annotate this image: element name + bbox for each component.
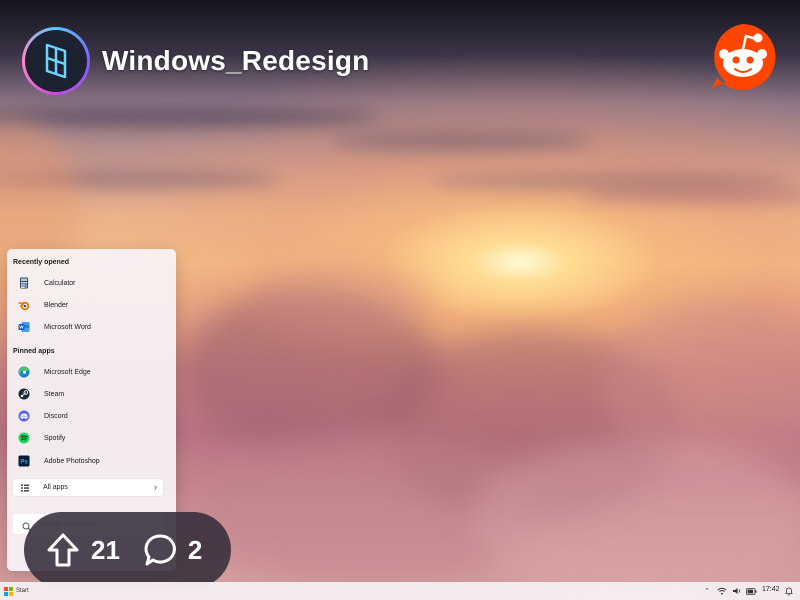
pinned-section-title: Pinned apps bbox=[13, 348, 55, 355]
app-item-steam[interactable]: Steam bbox=[10, 385, 160, 403]
app-item-microsoft-word[interactable]: W Microsoft Word bbox=[10, 318, 160, 336]
word-icon: W bbox=[18, 321, 30, 333]
blender-icon bbox=[18, 299, 30, 311]
taskbar: Start ⌃ 17:42 bbox=[0, 582, 800, 600]
svg-text:Ps: Ps bbox=[20, 459, 28, 465]
upvote-arrow-icon[interactable] bbox=[46, 532, 80, 568]
chevron-right-icon: › bbox=[154, 482, 157, 492]
edge-icon bbox=[18, 366, 30, 378]
list-icon bbox=[19, 482, 31, 494]
app-label: Spotify bbox=[44, 434, 66, 442]
app-label: Microsoft Word bbox=[44, 323, 91, 331]
app-label: Steam bbox=[44, 390, 65, 398]
steam-icon bbox=[18, 388, 30, 400]
app-item-calculator[interactable]: Calculator bbox=[10, 274, 160, 292]
all-apps-label: All apps bbox=[43, 484, 68, 491]
app-item-microsoft-edge[interactable]: Microsoft Edge bbox=[10, 363, 160, 381]
post-header: Windows_Redesign bbox=[22, 26, 369, 96]
windows-logo-icon bbox=[4, 586, 13, 596]
all-apps-button[interactable]: All apps › bbox=[13, 479, 163, 496]
recent-section-title: Recently opened bbox=[13, 259, 70, 266]
app-item-adobe-photoshop[interactable]: Ps Adobe Photoshop bbox=[10, 452, 160, 470]
app-item-blender[interactable]: Blender bbox=[10, 296, 160, 314]
app-label: Blender bbox=[44, 301, 69, 309]
app-item-discord[interactable]: Discord bbox=[10, 407, 160, 425]
subreddit-logo-icon[interactable] bbox=[22, 27, 90, 95]
battery-icon[interactable] bbox=[745, 585, 757, 597]
app-label: Calculator bbox=[44, 279, 76, 287]
spotify-icon bbox=[18, 432, 30, 444]
app-item-spotify[interactable]: Spotify bbox=[10, 429, 160, 447]
app-label: Microsoft Edge bbox=[44, 368, 91, 376]
volume-icon[interactable] bbox=[731, 585, 743, 597]
start-label: Start bbox=[16, 588, 29, 594]
app-label: Adobe Photoshop bbox=[44, 457, 100, 465]
upvote-count: 21 bbox=[91, 534, 120, 565]
post-stats-pill: 21 2 bbox=[24, 512, 231, 588]
photoshop-icon: Ps bbox=[18, 455, 30, 467]
screenshot: { "subreddit": { "name": "Windows_Redesi… bbox=[0, 0, 800, 600]
comment-count: 2 bbox=[187, 534, 203, 565]
tray-chevron-up-icon[interactable]: ⌃ bbox=[702, 585, 712, 597]
taskbar-clock[interactable]: 17:42 bbox=[762, 586, 780, 593]
start-button[interactable]: Start bbox=[4, 584, 40, 598]
app-label: Discord bbox=[44, 412, 68, 420]
comment-bubble-icon[interactable] bbox=[144, 533, 178, 567]
notification-bell-icon[interactable] bbox=[784, 585, 794, 597]
reddit-snoo-icon[interactable] bbox=[708, 22, 778, 92]
subreddit-name[interactable]: Windows_Redesign bbox=[102, 45, 369, 77]
wifi-icon[interactable] bbox=[716, 585, 728, 597]
calculator-icon bbox=[18, 277, 30, 289]
discord-icon bbox=[18, 410, 30, 422]
